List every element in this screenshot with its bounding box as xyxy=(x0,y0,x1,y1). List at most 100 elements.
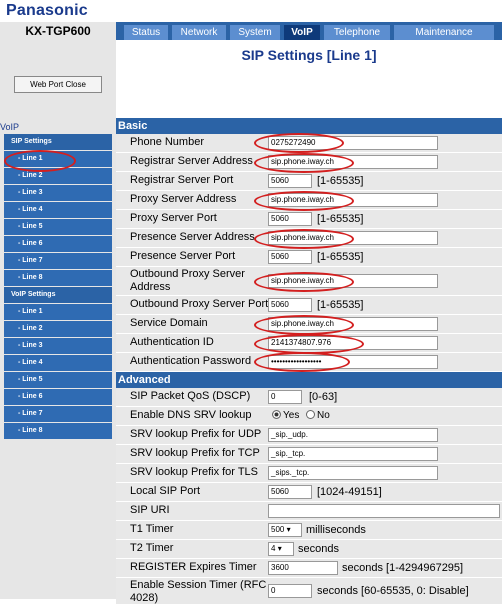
tab-voip[interactable]: VoIP xyxy=(284,25,320,40)
session-timer-input[interactable]: 0 xyxy=(268,584,312,598)
nav-section-title: VoIP xyxy=(0,122,20,132)
top-tab-bar: Status Network System VoIP Telephone Mai… xyxy=(116,22,502,40)
label-local-port: Local SIP Port xyxy=(130,485,201,497)
outbound-address-input[interactable]: sip.phone.iway.ch xyxy=(268,274,438,288)
nav-group-sip-settings[interactable]: SIP Settings xyxy=(4,134,112,151)
auth-password-input[interactable]: •••••••••••••••••• xyxy=(268,355,438,369)
row-srv-udp: SRV lookup Prefix for UDP _sip._udp. xyxy=(116,426,502,445)
nav-sip-line-1[interactable]: - Line 1 xyxy=(4,151,112,168)
presence-port-range: [1-65535] xyxy=(317,251,364,263)
proxy-address-input[interactable]: sip.phone.iway.ch xyxy=(268,193,438,207)
srv-tls-input[interactable]: _sips._tcp. xyxy=(268,466,438,480)
phone-number-input[interactable]: 0275272490 xyxy=(268,136,438,150)
settings-table: Basic Phone Number 0275272490 Registrar … xyxy=(116,118,502,605)
tab-maintenance[interactable]: Maintenance xyxy=(394,25,494,40)
label-proxy-address: Proxy Server Address xyxy=(130,193,237,205)
dns-srv-yes-radio[interactable]: Yes xyxy=(272,409,299,423)
radio-dot-no[interactable] xyxy=(306,410,315,419)
label-session-timer: Enable Session Timer (RFC 4028) xyxy=(130,579,267,604)
tab-system[interactable]: System xyxy=(230,25,280,40)
nav-voip-line-8[interactable]: - Line 8 xyxy=(4,423,112,440)
label-srv-tcp: SRV lookup Prefix for TCP xyxy=(130,447,260,459)
row-proxy-port: Proxy Server Port 5060 [1-65535] xyxy=(116,210,502,229)
label-auth-password: Authentication Password xyxy=(130,355,252,367)
presence-address-input[interactable]: sip.phone.iway.ch xyxy=(268,231,438,245)
sip-uri-input[interactable] xyxy=(268,504,500,518)
label-srv-tls: SRV lookup Prefix for TLS xyxy=(130,466,258,478)
row-phone-number: Phone Number 0275272490 xyxy=(116,134,502,153)
section-advanced: Advanced xyxy=(116,372,502,388)
row-registrar-address: Registrar Server Address sip.phone.iway.… xyxy=(116,153,502,172)
nav-sip-line-2[interactable]: - Line 2 xyxy=(4,168,112,185)
nav-voip-line-1[interactable]: - Line 1 xyxy=(4,304,112,321)
nav-voip-line-6[interactable]: - Line 6 xyxy=(4,389,112,406)
nav-sip-line-6[interactable]: - Line 6 xyxy=(4,236,112,253)
session-timer-range: seconds [60-65535, 0: Disable] xyxy=(317,585,469,597)
t2-timer-select[interactable]: 4 ▾ xyxy=(268,542,294,556)
label-register-expires: REGISTER Expires Timer xyxy=(130,561,257,573)
radio-dot-yes[interactable] xyxy=(272,410,281,419)
row-proxy-address: Proxy Server Address sip.phone.iway.ch xyxy=(116,191,502,210)
srv-udp-input[interactable]: _sip._udp. xyxy=(268,428,438,442)
label-service-domain: Service Domain xyxy=(130,317,208,329)
row-service-domain: Service Domain sip.phone.iway.ch xyxy=(116,315,502,334)
page-title: SIP Settings [Line 1] xyxy=(241,47,377,63)
nav-sip-line-8[interactable]: - Line 8 xyxy=(4,270,112,287)
presence-port-input[interactable]: 5060 xyxy=(268,250,312,264)
label-t2-timer: T2 Timer xyxy=(130,542,174,554)
row-outbound-port: Outbound Proxy Server Port 5060 [1-65535… xyxy=(116,296,502,315)
label-proxy-port: Proxy Server Port xyxy=(130,212,217,224)
label-qos: SIP Packet QoS (DSCP) xyxy=(130,390,251,402)
nav-voip-line-4[interactable]: - Line 4 xyxy=(4,355,112,372)
model-name: KX-TGP600 xyxy=(0,22,116,40)
service-domain-input[interactable]: sip.phone.iway.ch xyxy=(268,317,438,331)
nav-voip-line-5[interactable]: - Line 5 xyxy=(4,372,112,389)
t2-timer-unit: seconds xyxy=(298,543,339,555)
srv-tcp-input[interactable]: _sip._tcp. xyxy=(268,447,438,461)
label-outbound-address: Outbound Proxy Server Address xyxy=(130,268,245,293)
row-presence-port: Presence Server Port 5060 [1-65535] xyxy=(116,248,502,267)
nav-sip-line-5[interactable]: - Line 5 xyxy=(4,219,112,236)
tab-status[interactable]: Status xyxy=(124,25,168,40)
t1-timer-select[interactable]: 500 ▾ xyxy=(268,523,302,537)
row-qos: SIP Packet QoS (DSCP) 0 [0-63] xyxy=(116,388,502,407)
web-port-close-button[interactable]: Web Port Close xyxy=(14,76,102,93)
dns-srv-no-radio[interactable]: No xyxy=(306,409,330,423)
local-port-range: [1024-49151] xyxy=(317,486,382,498)
row-t1-timer: T1 Timer 500 ▾ milliseconds xyxy=(116,521,502,540)
registrar-address-input[interactable]: sip.phone.iway.ch xyxy=(268,155,438,169)
label-presence-address: Presence Server Address xyxy=(130,231,255,243)
row-local-port: Local SIP Port 5060 [1024-49151] xyxy=(116,483,502,502)
row-srv-tls: SRV lookup Prefix for TLS _sips._tcp. xyxy=(116,464,502,483)
nav-group-voip-settings[interactable]: VoIP Settings xyxy=(4,287,112,304)
brand-logo: Panasonic xyxy=(6,2,88,19)
label-auth-id: Authentication ID xyxy=(130,336,214,348)
registrar-port-input[interactable]: 5060 xyxy=(268,174,312,188)
nav-sip-line-7[interactable]: - Line 7 xyxy=(4,253,112,270)
proxy-port-input[interactable]: 5060 xyxy=(268,212,312,226)
side-nav: SIP Settings - Line 1 - Line 2 - Line 3 … xyxy=(4,134,112,440)
nav-voip-line-7[interactable]: - Line 7 xyxy=(4,406,112,423)
row-session-timer: Enable Session Timer (RFC 4028) 0 seconds… xyxy=(116,578,502,605)
qos-input[interactable]: 0 xyxy=(268,390,302,404)
outbound-port-input[interactable]: 5060 xyxy=(268,298,312,312)
t1-timer-unit: milliseconds xyxy=(306,524,366,536)
row-t2-timer: T2 Timer 4 ▾ seconds xyxy=(116,540,502,559)
tab-telephone[interactable]: Telephone xyxy=(324,25,390,40)
nav-voip-line-3[interactable]: - Line 3 xyxy=(4,338,112,355)
nav-voip-line-2[interactable]: - Line 2 xyxy=(4,321,112,338)
tab-network[interactable]: Network xyxy=(172,25,226,40)
local-port-input[interactable]: 5060 xyxy=(268,485,312,499)
label-registrar-port: Registrar Server Port xyxy=(130,174,234,186)
nav-sip-line-4[interactable]: - Line 4 xyxy=(4,202,112,219)
section-basic: Basic xyxy=(116,118,502,134)
label-sip-uri: SIP URI xyxy=(130,504,170,516)
row-register-expires: REGISTER Expires Timer 3600 seconds [1-4… xyxy=(116,559,502,578)
nav-sip-line-3[interactable]: - Line 3 xyxy=(4,185,112,202)
outbound-port-range: [1-65535] xyxy=(317,299,364,311)
row-srv-tcp: SRV lookup Prefix for TCP _sip._tcp. xyxy=(116,445,502,464)
qos-range: [0-63] xyxy=(309,391,338,403)
row-registrar-port: Registrar Server Port 5060 [1-65535] xyxy=(116,172,502,191)
auth-id-input[interactable]: 2141374807.976 xyxy=(268,336,438,350)
register-expires-input[interactable]: 3600 xyxy=(268,561,338,575)
